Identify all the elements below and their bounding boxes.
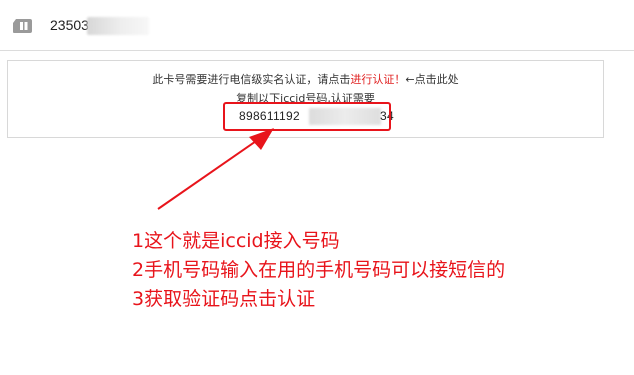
iccid-highlight-box bbox=[223, 102, 391, 131]
annotation-line-2: 2手机号码输入在用的手机号码可以接短信的 bbox=[132, 259, 506, 281]
annotation-line-3: 3获取验证码点击认证 bbox=[132, 288, 316, 310]
annotation-line-1: 1这个就是iccid接入号码 bbox=[132, 230, 340, 252]
verify-link[interactable]: 进行认证！ bbox=[350, 73, 405, 86]
sim-number: 23503 bbox=[50, 17, 89, 33]
sim-card-icon bbox=[13, 19, 32, 33]
redacted-number bbox=[87, 17, 149, 35]
notice-text-prefix: 此卡号需要进行电信级实名认证，请点击 bbox=[152, 73, 351, 86]
notice-text-suffix: ←点击此处 bbox=[405, 73, 459, 86]
arrow-shaft bbox=[157, 136, 263, 210]
top-bar: 23503 bbox=[0, 0, 634, 51]
annotation-arrow bbox=[157, 128, 274, 210]
notice-text: 此卡号需要进行电信级实名认证，请点击进行认证！←点击此处 bbox=[8, 71, 603, 87]
